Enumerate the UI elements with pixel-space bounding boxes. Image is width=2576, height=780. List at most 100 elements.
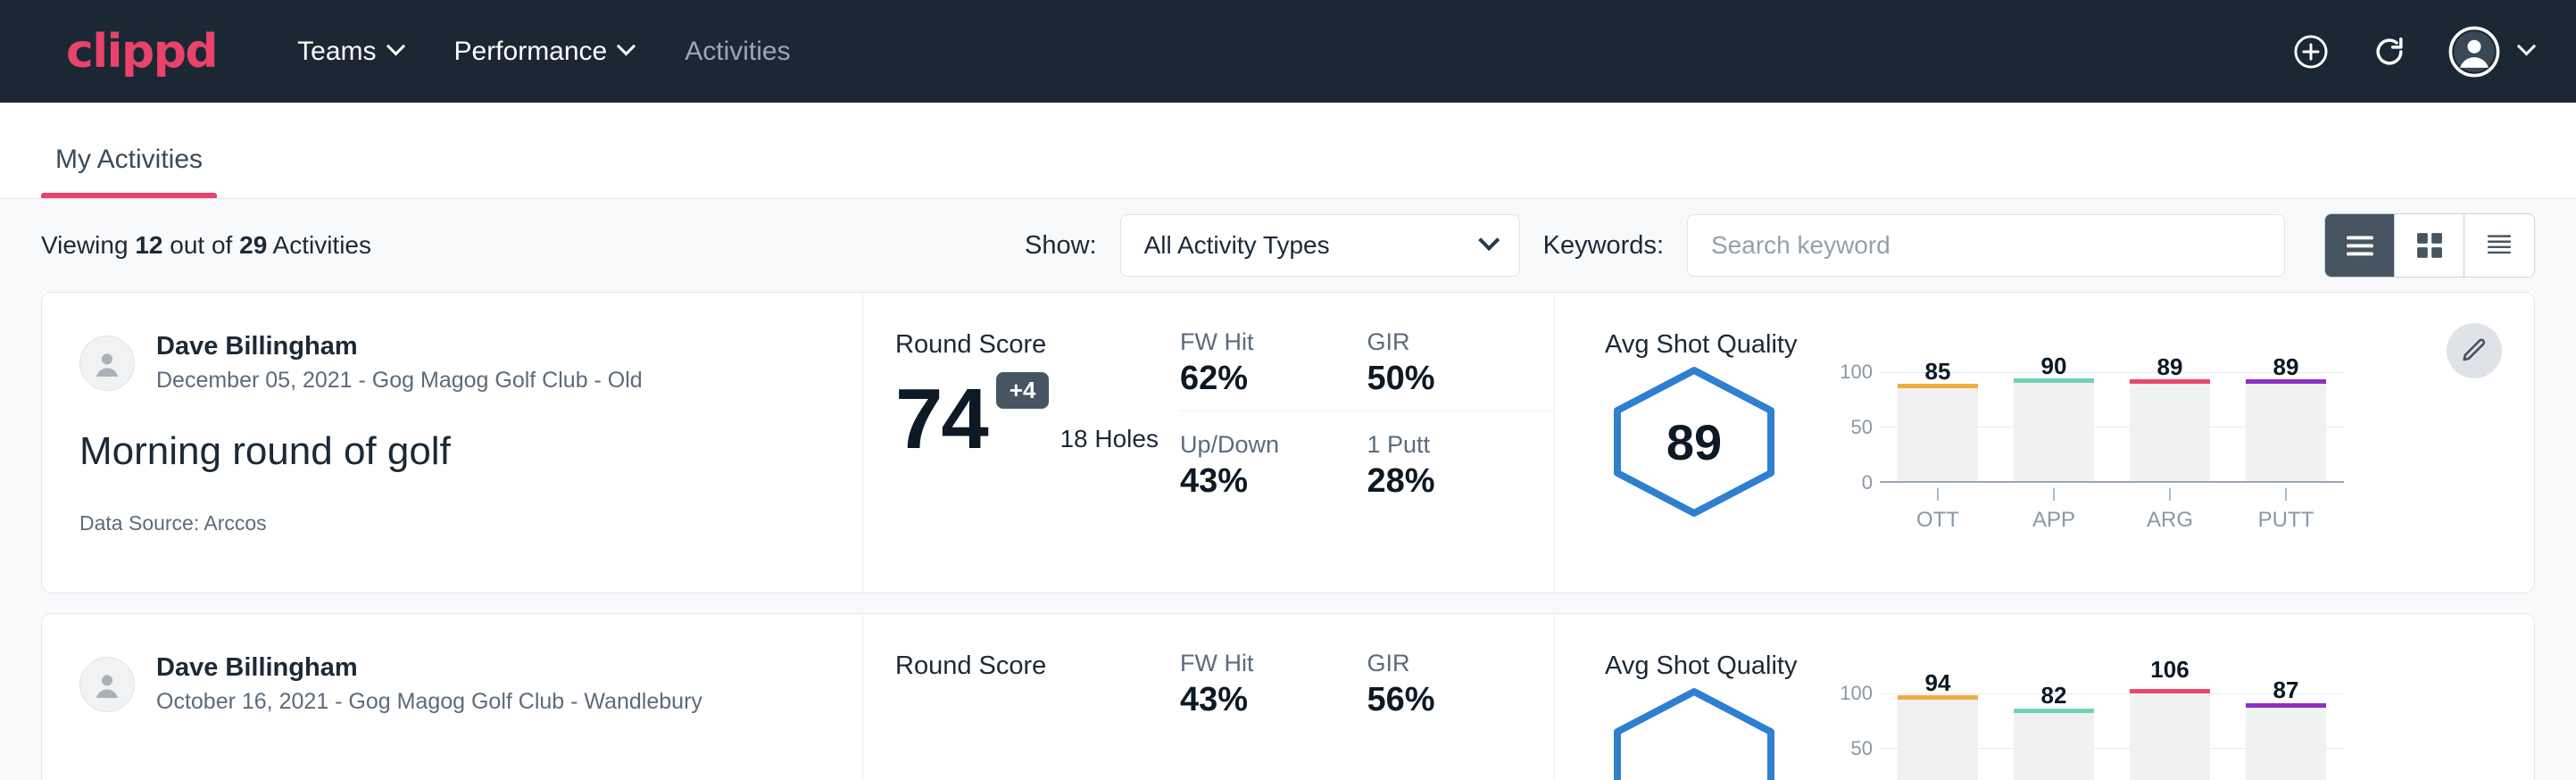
viewing-suffix: Activities: [273, 231, 371, 259]
chart-bar-ott: 94: [1898, 693, 1978, 780]
activity-type-select[interactable]: All Activity Types: [1120, 214, 1520, 277]
bar-value-putt: 87: [2246, 676, 2326, 704]
clippd-logo[interactable]: clippd: [66, 25, 217, 79]
user-name: Dave Billingham: [156, 332, 643, 361]
chart-x-axis: OTT APP ARG PUTT: [1880, 488, 2344, 533]
stat-one-putt-value: 28%: [1367, 462, 1516, 501]
grid-view-button[interactable]: [2395, 214, 2464, 277]
chart-bar-putt: 89: [2246, 372, 2326, 481]
person-icon: [89, 345, 125, 381]
stat-fw-hit-value: 62%: [1180, 360, 1328, 398]
main-nav: Teams Performance Activities: [297, 37, 790, 67]
chart-bar-app: 90: [2014, 372, 2094, 481]
chart-plot-area: 94 82: [1880, 693, 2344, 780]
bar-cap-app: [2014, 378, 2094, 383]
chart-bar-arg: 106: [2130, 693, 2210, 780]
round-score-block: Round Score 74 +4 18 Holes: [863, 293, 1180, 593]
nav-item-activities-label: Activities: [685, 37, 790, 67]
shot-quality-hexagon: [1605, 686, 1783, 780]
viewing-summary: Viewing 12 out of 29 Activities: [41, 231, 371, 260]
x-label-putt: PUTT: [2258, 508, 2314, 533]
tick-mark: [2285, 488, 2287, 501]
chevron-down-icon: [1478, 229, 1500, 251]
y-tick-100: 100: [1840, 361, 1873, 384]
stat-one-putt-label: 1 Putt: [1367, 431, 1516, 459]
plus-circle-icon[interactable]: [2291, 32, 2331, 71]
bar-cap-arg: [2130, 689, 2210, 693]
compact-view-button[interactable]: [2464, 214, 2534, 277]
stat-one-putt: 1 Putt 28%: [1367, 411, 1555, 501]
x-label-arg: ARG: [2147, 508, 2193, 533]
shot-quality-label: Avg Shot Quality: [1605, 651, 2534, 681]
shot-quality-block: Avg Shot Quality 100 50 0: [1555, 614, 2534, 780]
stat-fw-hit-label: FW Hit: [1180, 328, 1328, 356]
x-tick-app: APP: [2014, 488, 2094, 533]
chart-y-axis: 100 50 0: [1830, 693, 1880, 780]
shot-quality-block: Avg Shot Quality 89 100 50 0: [1555, 293, 2534, 593]
activity-card[interactable]: Dave Billingham October 16, 2021 - Gog M…: [41, 613, 2535, 780]
shot-quality-content: 100 50 0 94: [1605, 686, 2534, 780]
header-actions: [2291, 26, 2533, 78]
chart-bar-arg: 89: [2130, 372, 2210, 481]
activity-list: Dave Billingham December 05, 2021 - Gog …: [0, 292, 2576, 780]
stat-gir: GIR 56%: [1367, 650, 1555, 719]
bar-cap-putt: [2246, 379, 2326, 384]
bar-value-app: 90: [2014, 353, 2094, 380]
nav-item-teams[interactable]: Teams: [297, 37, 402, 67]
x-tick-arg: ARG: [2130, 488, 2210, 533]
tab-my-activities-label: My Activities: [55, 145, 203, 174]
stat-up-down-label: Up/Down: [1180, 431, 1328, 459]
list-view-button[interactable]: [2325, 214, 2395, 277]
list-icon: [2344, 232, 2376, 259]
activity-meta: October 16, 2021 - Gog Magog Golf Club -…: [156, 689, 702, 715]
activity-meta: December 05, 2021 - Gog Magog Golf Club …: [156, 368, 643, 394]
stat-gir-label: GIR: [1367, 328, 1516, 356]
round-score-block: Round Score: [863, 614, 1180, 780]
bar-cap-putt: [2246, 703, 2326, 708]
bar-value-putt: 89: [2246, 353, 2326, 381]
chart-y-axis: 100 50 0: [1830, 372, 1880, 483]
viewing-count: 12: [135, 231, 162, 259]
round-score-label: Round Score: [895, 651, 1180, 681]
account-menu[interactable]: [2448, 26, 2533, 78]
search-input[interactable]: [1687, 214, 2285, 277]
viewing-middle: out of: [170, 231, 232, 259]
stat-gir-label: GIR: [1367, 650, 1516, 677]
nav-item-performance[interactable]: Performance: [454, 37, 634, 67]
holes-played: 18 Holes: [1059, 425, 1159, 453]
y-tick-50: 50: [1851, 416, 1873, 439]
activity-data-source: Data Source: Arccos: [79, 511, 862, 535]
edit-activity-button[interactable]: [2447, 323, 2502, 378]
shot-quality-score: [1605, 686, 1783, 780]
tick-mark: [1937, 488, 1939, 501]
bar-value-ott: 94: [1898, 669, 1978, 697]
stat-fw-hit-label: FW Hit: [1180, 650, 1328, 677]
chart-bar-putt: 87: [2246, 693, 2326, 780]
chart-bar-ott: 85: [1898, 372, 1978, 481]
tab-bar: My Activities: [0, 103, 2576, 199]
show-label: Show:: [1025, 231, 1097, 261]
x-tick-putt: PUTT: [2246, 488, 2326, 533]
round-score-label: Round Score: [895, 330, 1180, 360]
round-stats: FW Hit 43% GIR 56%: [1180, 614, 1555, 780]
bar-cap-app: [2014, 709, 2094, 713]
user-name: Dave Billingham: [156, 653, 702, 683]
tick-mark: [2053, 488, 2055, 501]
y-tick-50: 50: [1851, 737, 1873, 760]
bar-value-ott: 85: [1898, 358, 1978, 386]
shot-quality-score: 89: [1605, 365, 1783, 519]
stat-gir-value: 50%: [1367, 360, 1516, 398]
bar-value-app: 82: [2014, 682, 2094, 709]
stat-gir: GIR 50%: [1367, 328, 1555, 411]
keywords-label: Keywords:: [1543, 231, 1664, 261]
activity-card[interactable]: Dave Billingham December 05, 2021 - Gog …: [41, 292, 2535, 593]
tab-my-activities[interactable]: My Activities: [41, 145, 217, 198]
nav-item-activities[interactable]: Activities: [685, 37, 790, 67]
activity-title: Morning round of golf: [79, 429, 862, 474]
activity-type-select-value: All Activity Types: [1144, 231, 1330, 260]
refresh-icon[interactable]: [2370, 32, 2409, 71]
chevron-down-icon: [2517, 37, 2536, 55]
shot-quality-content: 89 100 50 0: [1605, 365, 2534, 533]
x-label-app: APP: [2032, 508, 2075, 533]
bar-cap-ott: [1898, 695, 1978, 700]
